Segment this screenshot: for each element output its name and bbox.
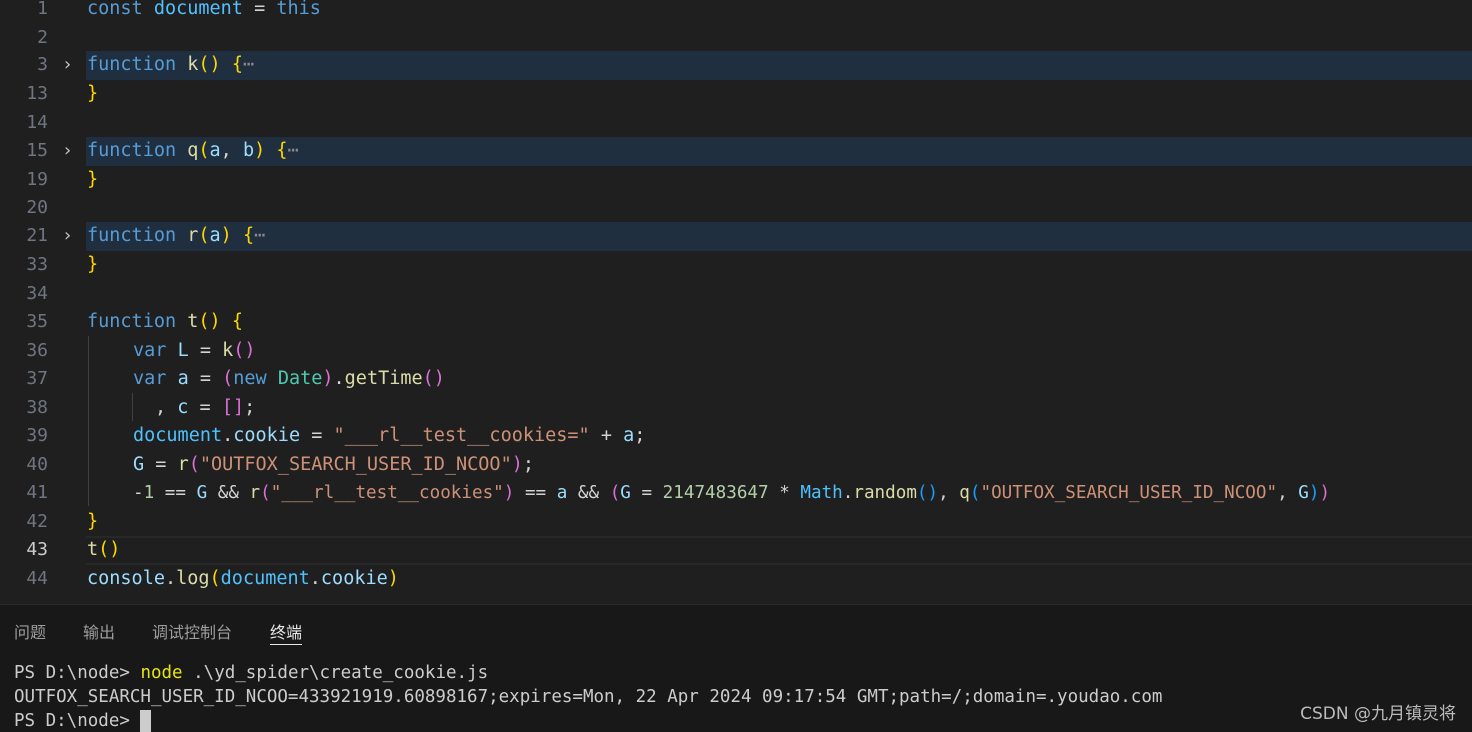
line-number: 3 [37,54,48,75]
fold-expand-chevron-icon[interactable]: › [62,222,73,251]
folded-region-highlight [86,222,1472,251]
line-number: 36 [26,339,48,361]
code-text: , c = []; [155,396,256,418]
code-line[interactable]: 13 } [0,80,1472,109]
code-text: } [87,254,99,275]
code-line-folded[interactable]: 21 › function r(a) {⋯ [0,222,1472,251]
current-line-highlight [86,536,1472,565]
line-number: 38 [26,396,48,418]
code-line-folded[interactable]: 3 › function k() {⋯ [0,51,1472,80]
code-text: } [87,168,99,190]
bottom-panel: 问题 输出 调试控制台 终端 PS D:\node> node .\yd_spi… [0,604,1472,732]
code-text: G = r("OUTFOX_SEARCH_USER_ID_NCOO"); [133,453,534,475]
code-line[interactable]: 1 const document = this [0,0,1472,24]
fold-expand-chevron-icon[interactable]: › [62,137,73,166]
code-line-current[interactable]: 43 t() [0,536,1472,565]
code-text: var a = (new Date).getTime() [133,368,445,389]
code-line[interactable]: 42 } [0,508,1472,537]
tab-terminal[interactable]: 终端 [270,621,303,645]
terminal-output: OUTFOX_SEARCH_USER_ID_NCOO=433921919.608… [14,687,1163,707]
code-text: function t() { [87,311,243,332]
line-number: 43 [26,539,48,560]
code-line[interactable]: 37 var a = (new Date).getTime() [0,365,1472,394]
line-number: 19 [26,168,48,190]
code-line[interactable]: 40 G = r("OUTFOX_SEARCH_USER_ID_NCOO"); [0,451,1472,480]
code-text: function k() {⋯ [87,54,255,75]
code-text: } [87,510,99,532]
line-number: 20 [26,197,48,218]
line-number: 39 [26,425,48,446]
line-number: 40 [26,453,48,475]
terminal-line: PS D:\node> node .\yd_spider\create_cook… [14,661,488,685]
fold-expand-chevron-icon[interactable]: › [62,51,73,80]
terminal-cursor [140,710,152,732]
terminal-prompt: PS D:\node> [14,663,141,683]
code-line[interactable]: 34 [0,280,1472,309]
code-line[interactable]: 44 console.log(document.cookie) [0,565,1472,594]
terminal-command: node [140,663,183,683]
line-number: 1 [37,0,48,19]
code-line[interactable]: 36 var L = k() [0,337,1472,366]
code-line[interactable]: 39 document.cookie = "___rl__test__cooki… [0,422,1472,451]
code-line[interactable]: 38 , c = []; [0,394,1472,423]
tab-problems[interactable]: 问题 [14,621,46,645]
code-text: document.cookie = "___rl__test__cookies=… [133,425,646,446]
code-text: console.log(document.cookie) [87,567,399,589]
code-text: const document = this [87,0,321,19]
code-text: function r(a) {⋯ [87,225,266,246]
line-number: 44 [26,567,48,589]
code-text: function q(a, b) {⋯ [87,140,299,161]
terminal-command-args: .\yd_spider\create_cookie.js [182,663,489,683]
line-number: 34 [26,282,48,304]
code-line[interactable]: 14 [0,109,1472,138]
code-line[interactable]: 41 -1 == G && r("___rl__test__cookies") … [0,479,1472,508]
line-number: 2 [37,26,48,48]
line-number: 13 [26,83,48,104]
line-number: 41 [26,482,48,503]
line-number: 42 [26,510,48,532]
code-line[interactable]: 19 } [0,166,1472,195]
line-number: 37 [26,368,48,389]
code-line[interactable]: 2 [0,24,1472,53]
code-editor[interactable]: 1 const document = this 2 3 › function k… [0,0,1472,604]
line-number: 15 [26,140,48,161]
code-line[interactable]: 35 function t() { [0,308,1472,337]
terminal-prompt: PS D:\node> [14,711,141,731]
tab-debug-console[interactable]: 调试控制台 [152,621,232,645]
line-number: 14 [26,111,48,133]
folded-region-highlight [86,51,1472,80]
line-number: 33 [26,254,48,275]
code-line-folded[interactable]: 15 › function q(a, b) {⋯ [0,137,1472,166]
watermark: CSDN @九月镇灵将 [1300,704,1456,724]
code-text: var L = k() [133,339,256,361]
code-text: t() [87,539,121,560]
panel-tabs: 问题 输出 调试控制台 终端 [0,605,1472,657]
code-line[interactable]: 20 [0,194,1472,223]
terminal-line: PS D:\node> [14,709,152,732]
code-line[interactable]: 33 } [0,251,1472,280]
code-text: } [87,83,99,104]
tab-output[interactable]: 输出 [83,621,115,645]
code-text: -1 == G && r("___rl__test__cookies") == … [133,483,1331,503]
line-number: 21 [26,225,48,246]
line-number: 35 [26,311,48,332]
